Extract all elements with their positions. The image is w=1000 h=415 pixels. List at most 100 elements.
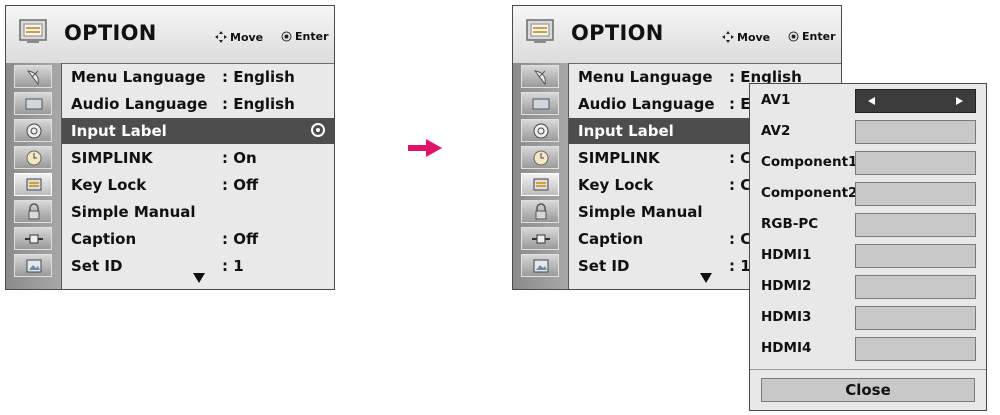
input-name: AV2 bbox=[761, 123, 791, 139]
move-arrows-icon bbox=[215, 31, 227, 43]
row-value: : English bbox=[222, 68, 295, 86]
label-selector[interactable] bbox=[855, 275, 976, 299]
row-label: Menu Language bbox=[71, 68, 206, 86]
row-label: Simple Manual bbox=[71, 203, 196, 221]
row-label: Input Label bbox=[578, 122, 674, 140]
input-name: Component1 bbox=[761, 154, 858, 170]
satellite-dish-icon[interactable] bbox=[14, 65, 52, 88]
lock-icon[interactable] bbox=[521, 200, 559, 223]
menu-row-key-lock[interactable]: Key Lock : Off bbox=[62, 172, 334, 198]
row-label: Key Lock bbox=[578, 176, 654, 194]
menu-header: OPTION Move Enter bbox=[6, 6, 334, 64]
enter-label: Enter bbox=[295, 30, 329, 43]
lock-icon[interactable] bbox=[14, 200, 52, 223]
scroll-down-icon[interactable] bbox=[193, 273, 205, 283]
menu-row-simple-manual[interactable]: Simple Manual bbox=[62, 199, 334, 225]
audio-disc-icon[interactable] bbox=[521, 119, 559, 142]
row-value: : C bbox=[729, 176, 752, 194]
menu-row-caption[interactable]: Caption : Off bbox=[62, 226, 334, 252]
input-row-av2[interactable]: AV2 bbox=[750, 117, 986, 147]
option-tv-icon[interactable] bbox=[521, 173, 559, 196]
move-arrows-icon bbox=[722, 31, 734, 43]
enter-hint: Enter bbox=[281, 30, 329, 43]
row-label: Menu Language bbox=[578, 68, 713, 86]
row-value: : On bbox=[222, 149, 257, 167]
input-plug-icon[interactable] bbox=[521, 227, 559, 250]
label-selector[interactable] bbox=[855, 306, 976, 330]
row-value: : C bbox=[729, 230, 752, 248]
row-value: : Off bbox=[222, 176, 259, 194]
close-button[interactable]: Close bbox=[761, 378, 975, 402]
move-label: Move bbox=[737, 30, 771, 44]
row-label: Set ID bbox=[578, 257, 630, 275]
input-name: HDMI2 bbox=[761, 278, 812, 294]
clock-icon[interactable] bbox=[14, 146, 52, 169]
satellite-dish-icon[interactable] bbox=[521, 65, 559, 88]
label-selector[interactable] bbox=[855, 337, 976, 361]
input-name: Component2 bbox=[761, 185, 858, 201]
input-plug-icon[interactable] bbox=[14, 227, 52, 250]
input-row-av1[interactable]: AV1 bbox=[750, 86, 986, 116]
label-selector[interactable] bbox=[855, 151, 976, 175]
row-label: Set ID bbox=[71, 257, 123, 275]
input-row-rgb-pc[interactable]: RGB-PC bbox=[750, 210, 986, 240]
menu-row-input-label[interactable]: Input Label bbox=[62, 118, 334, 144]
row-value: : Off bbox=[222, 230, 259, 248]
arrow-right-icon[interactable] bbox=[956, 97, 963, 105]
row-value: : 1 bbox=[222, 257, 244, 275]
row-value: : E bbox=[729, 95, 751, 113]
label-selector[interactable] bbox=[855, 244, 976, 268]
label-selector[interactable] bbox=[855, 213, 976, 237]
row-label: SIMPLINK bbox=[71, 149, 153, 167]
option-tv-icon[interactable] bbox=[14, 173, 52, 196]
input-row-hdmi4[interactable]: HDMI4 bbox=[750, 334, 986, 364]
usb-photo-icon[interactable] bbox=[521, 254, 559, 277]
usb-photo-icon[interactable] bbox=[14, 254, 52, 277]
input-row-hdmi1[interactable]: HDMI1 bbox=[750, 241, 986, 271]
enter-circle-icon bbox=[311, 123, 325, 137]
move-hint: Move bbox=[721, 30, 770, 44]
row-value: : C bbox=[729, 149, 752, 167]
picture-icon[interactable] bbox=[14, 92, 52, 115]
enter-circle-icon bbox=[788, 31, 799, 42]
picture-icon[interactable] bbox=[521, 92, 559, 115]
transition-arrow-icon bbox=[408, 139, 442, 157]
row-label: Caption bbox=[578, 230, 644, 248]
input-label-popup: AV1 AV2 Component1 Component2 RGB-PC HDM… bbox=[749, 83, 987, 411]
input-row-hdmi2[interactable]: HDMI2 bbox=[750, 272, 986, 302]
input-row-hdmi3[interactable]: HDMI3 bbox=[750, 303, 986, 333]
input-row-component2[interactable]: Component2 bbox=[750, 179, 986, 209]
tv-option-icon bbox=[526, 19, 554, 43]
input-name: AV1 bbox=[761, 92, 791, 108]
label-selector[interactable] bbox=[855, 89, 976, 113]
row-label: Input Label bbox=[71, 122, 167, 140]
menu-title: OPTION bbox=[64, 21, 157, 45]
menu-row-audio-language[interactable]: Audio Language: English bbox=[62, 91, 334, 117]
option-menu-panel-before: OPTION Move Enter Menu Language : English… bbox=[5, 5, 335, 290]
input-name: HDMI4 bbox=[761, 340, 812, 356]
clock-icon[interactable] bbox=[521, 146, 559, 169]
input-row-component1[interactable]: Component1 bbox=[750, 148, 986, 178]
menu-title: OPTION bbox=[571, 21, 664, 45]
arrow-left-icon[interactable] bbox=[868, 97, 875, 105]
input-name: HDMI1 bbox=[761, 247, 812, 263]
enter-circle-icon bbox=[281, 31, 292, 42]
row-label: Simple Manual bbox=[578, 203, 703, 221]
input-name: HDMI3 bbox=[761, 309, 812, 325]
input-name: RGB-PC bbox=[761, 216, 819, 232]
row-label: Key Lock bbox=[71, 176, 147, 194]
popup-divider bbox=[750, 369, 986, 370]
label-selector[interactable] bbox=[855, 120, 976, 144]
row-label: Audio Language bbox=[578, 95, 715, 113]
row-label: Caption bbox=[71, 230, 137, 248]
scroll-down-icon[interactable] bbox=[700, 273, 712, 283]
enter-label: Enter bbox=[802, 30, 836, 43]
label-selector[interactable] bbox=[855, 182, 976, 206]
menu-header: OPTION Move Enter bbox=[513, 6, 841, 64]
row-label: Audio Language bbox=[71, 95, 208, 113]
audio-disc-icon[interactable] bbox=[14, 119, 52, 142]
menu-row-simplink[interactable]: SIMPLINK : On bbox=[62, 145, 334, 171]
category-sidebar bbox=[6, 63, 62, 289]
move-hint: Move bbox=[214, 30, 263, 44]
menu-row-menu-language[interactable]: Menu Language : English bbox=[62, 64, 334, 90]
